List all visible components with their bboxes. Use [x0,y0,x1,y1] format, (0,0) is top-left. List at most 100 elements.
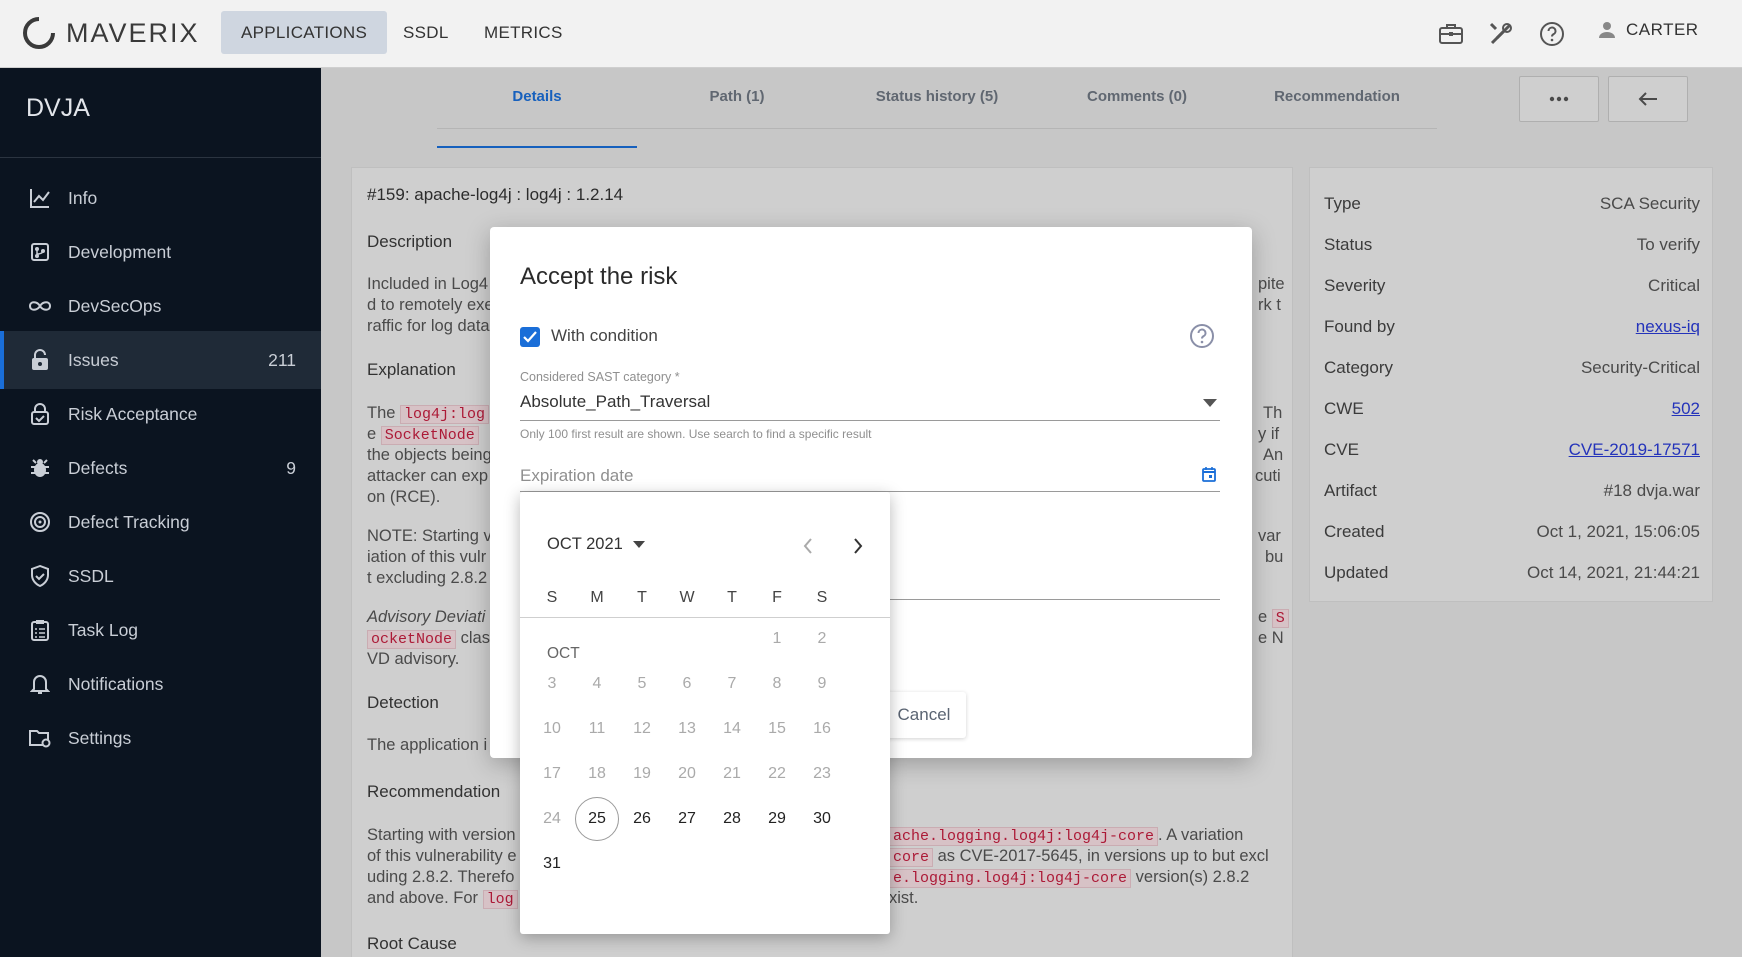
sidebar-item-info[interactable]: Info [0,169,321,227]
chevron-left-icon [803,538,812,554]
day-cell[interactable]: 26 [620,797,664,841]
day-cell: 12 [633,720,651,737]
with-condition-label[interactable]: With condition [551,326,658,346]
sidebar-item-label: Notifications [68,673,164,694]
sidebar: DVJA Info Development DevSecOps Issues 2… [0,68,321,957]
sast-category-select[interactable]: Absolute_Path_Traversal [520,392,710,412]
sidebar-item-devsecops[interactable]: DevSecOps [0,277,321,335]
sast-category-label: Considered SAST category * [520,370,680,384]
day-cell: 3 [547,675,557,692]
sidebar-item-settings[interactable]: Settings [0,709,321,767]
target-icon [28,510,52,534]
day-cell: 24 [543,810,561,827]
calendar-icon[interactable] [1202,467,1216,482]
bell-icon [28,672,52,696]
sast-field-underline [520,420,1220,421]
sidebar-item-defects[interactable]: Defects 9 [0,439,321,497]
day-cell: 15 [768,720,786,737]
day-cell: 8 [772,675,782,692]
day-cell: 16 [813,720,831,737]
maverix-logo[interactable]: MAVERIX [22,13,200,53]
logo-ring-icon [23,17,55,49]
day-cell: 7 [727,675,737,692]
month-label: OCT [547,645,580,662]
chevron-right-icon [854,538,863,554]
day-cell: 23 [813,765,831,782]
lock-icon [28,348,52,372]
bug-icon [28,456,52,480]
day-cell: 13 [678,720,696,737]
clipboard-icon [28,618,52,642]
issues-count: 211 [268,349,296,370]
day-cell: 21 [723,765,741,782]
chart-line-icon [28,186,52,210]
sast-hint: Only 100 first result are shown. Use sea… [520,427,872,441]
cancel-button[interactable]: Cancel [882,692,966,738]
weekday-label: T [727,589,737,606]
code-branch-icon [28,240,52,264]
top-bar: MAVERIX APPLICATIONS SSDL METRICS CARTER [0,0,1742,68]
period-label: OCT 2021 [547,535,623,553]
day-cell-today[interactable]: 25 [575,797,619,841]
sidebar-item-task-log[interactable]: Task Log [0,601,321,659]
day-cell[interactable]: 28 [710,797,754,841]
date-picker: OCT 2021 OCT S M T W T F S 1 2 3 4 5 6 7 8 9 10 11 12 13 14 1… [520,492,890,934]
sidebar-item-risk-acceptance[interactable]: Risk Acceptance [0,385,321,443]
shield-lock-icon [28,402,52,426]
day-cell: 22 [768,765,786,782]
dropdown-arrow-icon[interactable] [1203,399,1217,407]
day-cell[interactable]: 31 [530,842,574,886]
sidebar-item-defect-tracking[interactable]: Defect Tracking [0,493,321,551]
sidebar-item-ssdl[interactable]: SSDL [0,547,321,605]
day-cell[interactable]: 27 [665,797,709,841]
day-cell: 6 [682,675,692,692]
briefcase-icon[interactable] [1436,19,1466,49]
caret-down-icon [632,541,645,548]
logo-text: MAVERIX [66,17,200,48]
with-condition-checkbox[interactable] [520,327,540,347]
nav-applications[interactable]: APPLICATIONS [221,11,388,54]
sidebar-item-label: Issues [68,349,119,370]
day-cell: 17 [543,765,561,782]
sidebar-item-label: DevSecOps [68,295,162,316]
day-cell[interactable]: 30 [800,797,844,841]
infinity-icon [28,294,52,318]
sidebar-item-development[interactable]: Development [0,223,321,281]
weekday-label: M [590,589,604,606]
check-icon [523,331,537,343]
comment-field-underline [890,599,1220,600]
sidebar-item-issues[interactable]: Issues 211 [0,331,321,389]
day-cell: 1 [772,630,782,647]
sidebar-item-label: Task Log [68,619,139,640]
weekday-label: S [816,589,828,606]
sidebar-divider [0,157,321,158]
tools-icon[interactable] [1486,19,1516,49]
sidebar-item-label: Development [68,241,172,262]
month-year-selector[interactable]: OCT 2021 [547,535,645,554]
previous-month-button[interactable] [796,534,820,558]
day-cell: 14 [723,720,741,737]
day-cell: 9 [817,675,827,692]
day-cell: 20 [678,765,696,782]
nav-metrics[interactable]: METRICS [464,11,583,54]
sidebar-item-label: SSDL [68,565,114,586]
help-icon[interactable] [1537,19,1567,49]
defects-count: 9 [286,457,296,478]
sidebar-item-label: Info [68,187,98,208]
next-month-button[interactable] [846,534,870,558]
weekday-label: T [637,589,647,606]
user-menu[interactable]: CARTER [1598,20,1699,40]
day-cell: 10 [543,720,561,737]
day-cell: 4 [592,675,602,692]
nav-ssdl[interactable]: SSDL [383,11,469,54]
help-circle-icon[interactable] [1189,323,1215,349]
sidebar-item-notifications[interactable]: Notifications [0,655,321,713]
weekday-label: S [546,589,558,606]
sidebar-item-label: Defect Tracking [68,511,190,532]
dialog-title: Accept the risk [520,263,678,290]
day-cell: 2 [817,630,827,647]
folder-gear-icon [28,726,52,750]
day-cell[interactable]: 29 [755,797,799,841]
expiration-date-input[interactable]: Expiration date [520,466,633,486]
app-title: DVJA [26,94,90,122]
